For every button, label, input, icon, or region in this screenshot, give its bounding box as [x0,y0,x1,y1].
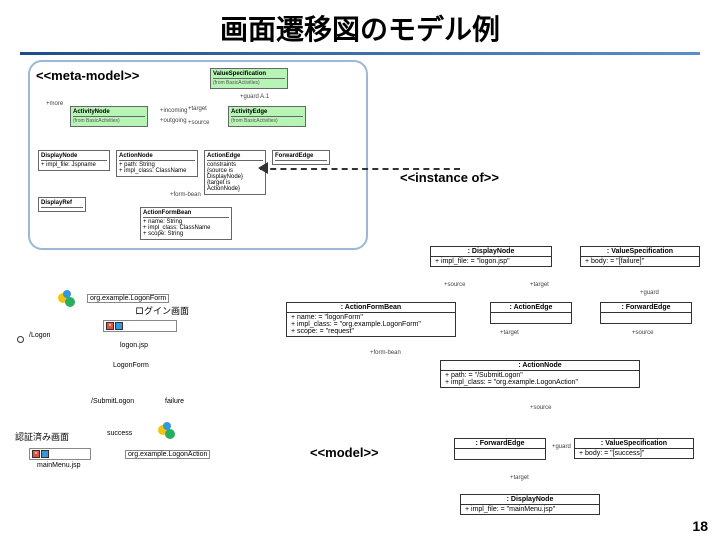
uml-action-node: : ActionNode + path: = "/SubmitLogon" + … [440,360,640,388]
auth-title: 認証済み画面 [15,430,69,443]
uml-forward-edge2-title: : ForwardEdge [455,439,545,449]
meta-activity-edge: ActivityEdge (from BasicActivities) [228,106,306,127]
login-title: ログイン画面 [135,304,189,317]
uml-display-node: : DisplayNode + impl_file: = "logon.jsp" [430,246,552,267]
meta-value-spec-title: ValueSpecification [213,71,285,79]
edge-target-2: +target [500,330,519,336]
uml-action-node-title: : ActionNode [441,361,639,371]
meta-action-node-attr: + path: String + impl_class: ClassName [119,162,195,174]
edge-guard-a1: +guard A.1 [240,94,269,100]
edge-source-2: +source [632,330,654,336]
uml-display-node2-title: : DisplayNode [461,495,599,505]
uml-action-node-r2: + impl_class: = "org.example.LogonAction… [445,379,635,386]
uml-value-spec2-r1: + body: = "[success]" [579,450,689,457]
uml-forward-edge1-title: : ForwardEdge [601,303,691,313]
meta-model-panel: <<meta-model>> ValueSpecification (from … [28,60,368,250]
meta-value-spec-sub: (from BasicActivities) [213,80,285,86]
instance-arrowhead-icon [258,162,268,174]
slide-number: 18 [692,518,708,534]
edge-guard-1: +guard [640,290,659,296]
meta-action-edge-constraint: constraints {source is DisplayNode} {tar… [207,162,263,192]
uml-forward-edge1: : ForwardEdge [600,302,692,324]
meta-action-form-bean: ActionFormBean + name: String + impl_cla… [140,207,232,240]
close-icon-2: × [32,450,40,458]
main-menu-node: × [29,448,91,460]
meta-display-ref-title: DisplayRef [41,200,83,208]
success-label: success [107,430,132,437]
meta-forward-edge: ForwardEdge [272,150,330,165]
uml-display-node-title: : DisplayNode [431,247,551,257]
logon-form-pkg: org.example.LogonForm [87,294,169,303]
meta-activity-edge-title: ActivityEdge [231,109,303,117]
slide-title: 画面遷移図のモデル例 [0,0,720,52]
failure-label: failure [165,398,184,405]
edge-guard-2: +guard [552,444,571,450]
edge-target-1: +target [530,282,549,288]
edge-source-top: +source [188,120,210,126]
uml-value-spec1-title: : ValueSpecification [581,247,699,257]
edge-source-3: +source [530,405,552,411]
uml-display-node2-r1: + impl_file: = "mainMenu.jsp" [465,506,595,513]
uml-action-form-bean: : ActionFormBean + name: = "logonForm" +… [286,302,456,337]
logon-form-label: LogonForm [113,362,149,369]
uml-afb-r2: + impl_class: = "org.example.LogonForm" [291,321,451,328]
edge-target-top: +target [188,106,207,112]
uml-action-edge: : ActionEdge [490,302,572,324]
node-icon [115,322,123,330]
uml-value-spec2-title: : ValueSpecification [575,439,693,449]
uml-afb-r1: + name: = "logonForm" [291,314,451,321]
uml-value-spec1: : ValueSpecification + body: = "[failure… [580,246,700,267]
meta-display-ref: DisplayRef [38,197,86,212]
gear-icon-2 [155,420,179,444]
meta-afb-title: ActionFormBean [143,210,229,218]
meta-activity-node: ActivityNode (from BasicActivities) [70,106,148,127]
edge-source-1: +source [444,282,466,288]
logon-jsp-label: logon.jsp [120,342,148,349]
meta-action-node-title: ActionNode [119,153,195,161]
uml-forward-edge2: : ForwardEdge [454,438,546,460]
close-icon: × [106,322,114,330]
uml-value-spec2: : ValueSpecification + body: = "[success… [574,438,694,459]
logon-path: /Logon [29,332,50,339]
edge-incoming: +incoming [160,108,188,114]
meta-display-node-title: DisplayNode [41,153,107,161]
meta-activity-edge-sub: (from BasicActivities) [231,118,303,124]
meta-action-edge-title: ActionEdge [207,153,263,161]
edge-formbean: +form-bean [170,192,201,198]
edge-target-3: +target [510,475,529,481]
start-dot-icon [17,336,24,343]
gear-icon [55,288,79,312]
main-menu-label: mainMenu.jsp [37,462,81,469]
instance-of-label: <<instance of>> [400,170,499,185]
meta-value-spec: ValueSpecification (from BasicActivities… [210,68,288,89]
uml-action-edge-title: : ActionEdge [491,303,571,313]
meta-activity-node-title: ActivityNode [73,109,145,117]
logon-jsp-node: × [103,320,177,332]
meta-forward-edge-title: ForwardEdge [275,153,327,161]
title-underline [20,52,700,55]
uml-display-node2: : DisplayNode + impl_file: = "mainMenu.j… [460,494,600,515]
uml-afb-r3: + scope: = "request" [291,328,451,335]
edge-more: +more [46,101,63,107]
model-diagram-panel: org.example.LogonForm ログイン画面 /Logon × lo… [15,280,275,480]
node-icon-2 [41,450,49,458]
meta-model-label: <<meta-model>> [36,68,360,83]
meta-action-node: ActionNode + path: String + impl_class: … [116,150,198,177]
meta-action-edge: ActionEdge constraints {source is Displa… [204,150,266,195]
logon-action-pkg: org.example.LogonAction [125,450,210,459]
edge-formbean-2: +form-bean [370,350,401,356]
uml-afb-title: : ActionFormBean [287,303,455,313]
meta-activity-node-sub: (from BasicActivities) [73,118,145,124]
meta-display-node-attr: + impl_file: Jspname [41,162,107,168]
uml-value-spec1-r1: + body: = "[failure]" [585,258,695,265]
meta-display-node: DisplayNode + impl_file: Jspname [38,150,110,171]
uml-action-node-r1: + path: = "/SubmitLogon" [445,372,635,379]
edge-outgoing: +outgoing [160,118,187,124]
meta-afb-attr: + name: String + impl_class: ClassName +… [143,219,229,237]
model-label: <<model>> [310,445,379,460]
submit-logon-label: /SubmitLogon [91,398,134,405]
uml-display-node-r1: + impl_file: = "logon.jsp" [435,258,547,265]
